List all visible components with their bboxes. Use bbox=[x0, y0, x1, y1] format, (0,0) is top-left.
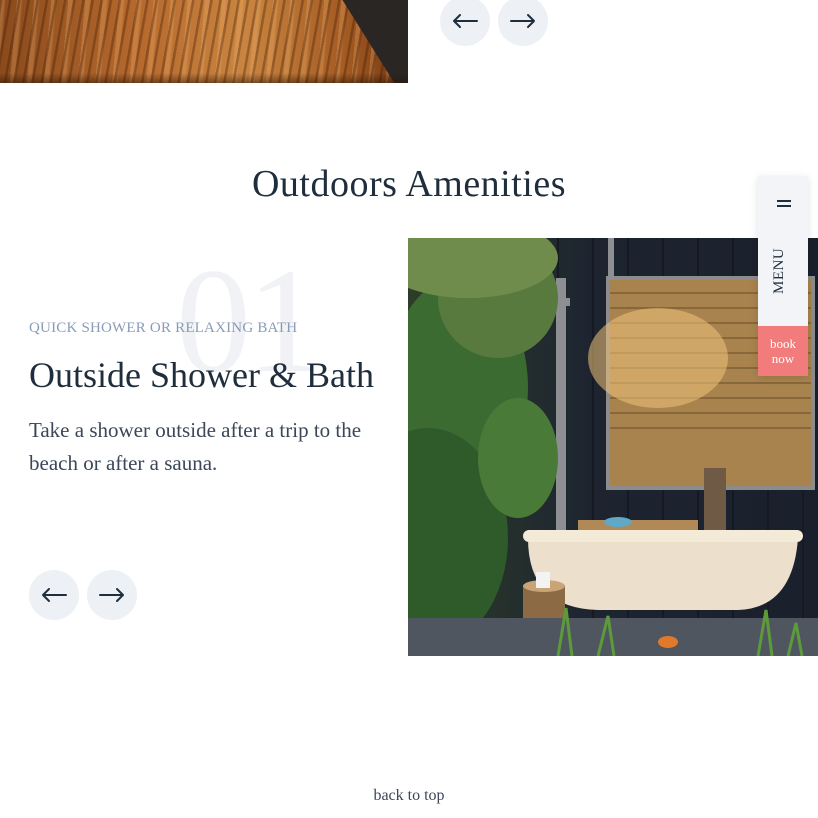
book-now-line2: now bbox=[771, 351, 795, 366]
top-next-button[interactable] bbox=[498, 0, 548, 46]
item-description: Take a shower outside after a trip to th… bbox=[29, 418, 362, 475]
outdoor-bath-image bbox=[408, 238, 818, 656]
item-prev-button[interactable] bbox=[29, 570, 79, 620]
item-next-button[interactable] bbox=[87, 570, 137, 620]
menu-label: MENU bbox=[771, 247, 787, 294]
wood-gallery-image bbox=[0, 0, 408, 83]
book-now-button[interactable]: book now bbox=[758, 326, 808, 376]
top-prev-button[interactable] bbox=[440, 0, 490, 46]
hamburger-icon bbox=[777, 200, 791, 207]
section-title: Outdoors Amenities bbox=[251, 163, 567, 205]
arrow-left-icon bbox=[453, 14, 478, 28]
book-now-line1: book bbox=[770, 336, 796, 351]
item-eyebrow: QUICK SHOWER OR RELAXING BATH bbox=[29, 320, 298, 336]
menu-button[interactable]: MENU bbox=[758, 176, 808, 326]
side-menu: MENU book now bbox=[758, 176, 808, 376]
arrow-right-icon bbox=[510, 14, 535, 28]
item-title: Outside Shower & Bath bbox=[29, 355, 374, 395]
arrow-left-icon bbox=[42, 588, 67, 602]
arrow-right-icon bbox=[99, 588, 124, 602]
back-to-top-link[interactable]: back to top bbox=[0, 787, 818, 805]
